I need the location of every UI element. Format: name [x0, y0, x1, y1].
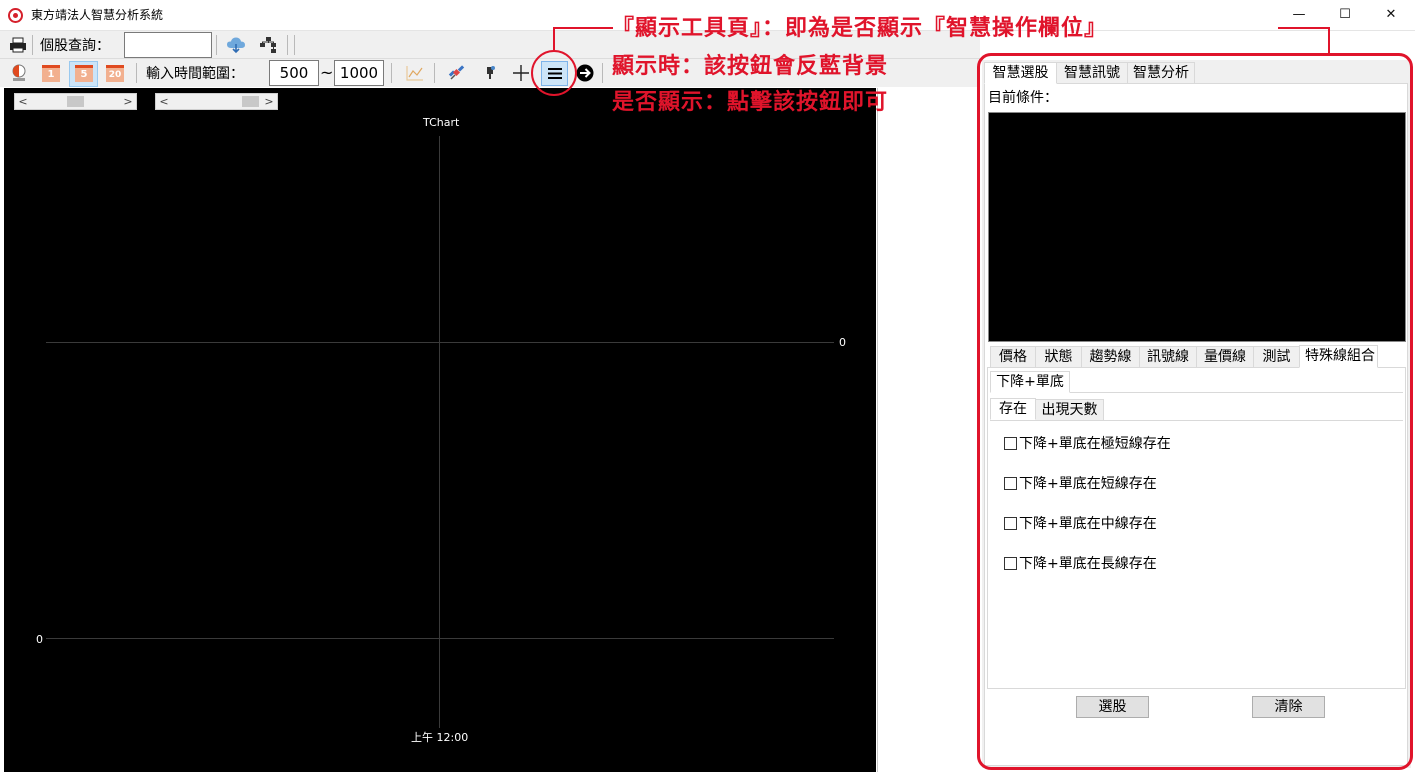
tree-structure-icon[interactable] — [258, 36, 278, 54]
day-1-label: 1 — [42, 68, 60, 82]
stock-query-label: 個股查詢： — [40, 38, 110, 54]
day-1-button[interactable]: 1 — [41, 63, 61, 83]
annotation-panel-highlight — [977, 53, 1413, 770]
chart-scrollbar-2[interactable]: < > — [155, 93, 278, 110]
chart-scrollbar-1[interactable]: < > — [14, 93, 137, 110]
chart-vertical-gridline — [439, 136, 440, 728]
range-separator: ~ — [320, 63, 334, 82]
app-logo-icon — [8, 8, 23, 23]
printer-icon[interactable] — [9, 37, 27, 53]
halfday-icon[interactable] — [9, 63, 29, 83]
chart-horizontal-gridline-lower — [46, 638, 834, 639]
scroll-left-arrow[interactable]: < — [15, 94, 31, 109]
inner-tab-exist[interactable]: 存在 — [990, 398, 1036, 420]
left-axis-label: 0 — [36, 633, 43, 646]
annotation-line-2: 顯示時：該按鈕會反藍背景 — [612, 53, 889, 79]
close-button[interactable]: ✕ — [1368, 0, 1414, 31]
annotation-line-3: 是否顯示：點擊該按鈕即可 — [612, 89, 889, 115]
annotation-line-1: 『顯示工具頁』：即為是否顯示『智慧操作欄位』 — [612, 15, 1108, 41]
tab-smart-selection[interactable]: 智慧選股 — [984, 62, 1057, 84]
combo-tab-descend-single-bottom[interactable]: 下降+單底 — [990, 371, 1070, 393]
scroll-left-arrow[interactable]: < — [156, 94, 172, 109]
tool-icon[interactable] — [481, 64, 499, 82]
day-20-button[interactable]: 20 — [105, 63, 125, 83]
x-axis-label: 上午 12:00 — [411, 731, 469, 744]
right-axis-label: 0 — [839, 336, 846, 349]
spacer-panel — [877, 88, 977, 772]
scroll-right-arrow[interactable]: > — [261, 94, 277, 109]
window-title: 東方靖法人智慧分析系統 — [31, 8, 164, 22]
chart-panel[interactable]: < > < > TChart 0 0 上午 12:00 — [4, 88, 876, 772]
subtab-special-combo[interactable]: 特殊線組合 — [1299, 345, 1378, 368]
day-20-label: 20 — [106, 68, 124, 82]
range-to-input[interactable] — [334, 60, 384, 86]
chart-title: TChart — [423, 116, 460, 129]
go-arrow-icon[interactable] — [576, 64, 594, 82]
chart-horizontal-gridline-upper — [46, 342, 834, 343]
day-5-button[interactable]: 5 — [69, 61, 98, 87]
day-5-label: 5 — [75, 68, 93, 82]
annotation-button-circle — [531, 50, 577, 96]
scroll-right-arrow[interactable]: > — [120, 94, 136, 109]
crosshair-icon[interactable] — [511, 63, 531, 83]
scroll-thumb[interactable] — [67, 96, 84, 107]
stock-query-input[interactable] — [124, 32, 212, 58]
scroll-thumb[interactable] — [242, 96, 259, 107]
cloud-download-icon[interactable] — [226, 36, 246, 54]
range-from-input[interactable] — [269, 60, 319, 86]
time-range-label: 輸入時間範圍： — [146, 66, 244, 82]
chart-type-icon[interactable] — [405, 64, 425, 82]
satellite-icon[interactable] — [447, 63, 467, 83]
